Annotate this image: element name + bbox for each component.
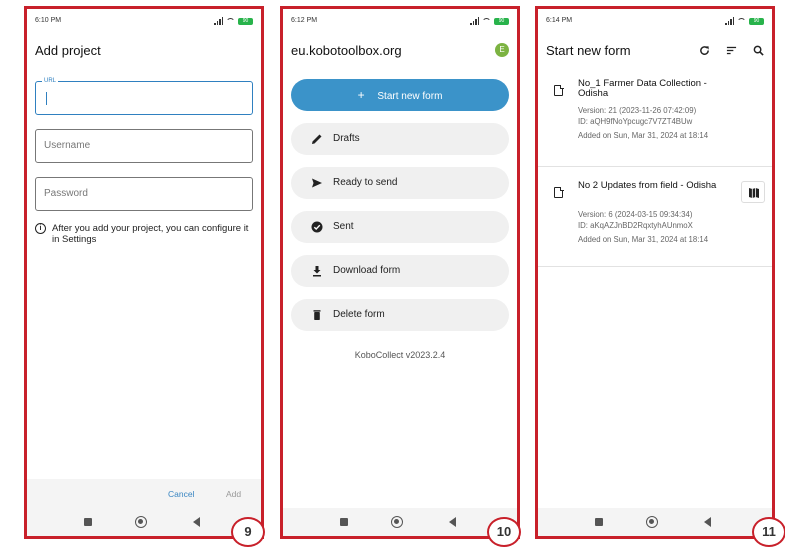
search-icon[interactable] [753,45,764,56]
form-title: No 2 Updates from field - Odisha [578,180,717,191]
android-nav-bar [283,508,517,536]
home-icon[interactable] [646,516,658,528]
drafts-button[interactable]: Drafts [291,123,509,155]
url-field[interactable]: URL [35,76,253,115]
check-circle-icon [311,221,323,233]
android-nav-bar [538,508,772,536]
document-icon [554,84,564,96]
phone-screen-main-menu: 6:12 PM 90 eu.kobotoolbox.org E + Start … [280,6,520,539]
app-version: KoboCollect v2023.2.4 [354,350,446,360]
send-icon [312,178,322,188]
map-icon [749,188,759,198]
sent-button[interactable]: Sent [291,211,509,243]
recents-icon[interactable] [340,518,348,526]
cancel-button[interactable]: Cancel [168,489,194,499]
sent-label: Sent [333,221,354,232]
password-field[interactable]: Password [35,177,253,211]
status-time: 6:14 PM [546,17,573,24]
step-badge: 9 [231,517,265,547]
avatar[interactable]: E [495,43,509,57]
signal-icon [214,17,223,25]
recents-icon[interactable] [595,518,603,526]
form-added-date: Added on Sun, Mar 31, 2024 at 18:14 [578,235,709,244]
back-icon[interactable] [449,517,456,527]
wifi-icon [226,17,235,25]
status-time: 6:12 PM [291,17,318,24]
sort-icon[interactable] [726,45,737,56]
info-text: After you add your project, you can conf… [52,223,249,245]
delete-form-label: Delete form [333,309,385,320]
download-icon [313,266,321,277]
form-id: ID: aQH9fNoYpcugc7V7ZT4BUw [578,117,693,126]
back-icon[interactable] [704,517,711,527]
form-version: Version: 6 (2024-03-15 09:34:34) [578,210,693,219]
username-field[interactable]: Username [35,129,253,163]
home-icon[interactable] [135,516,147,528]
start-new-form-button[interactable]: + Start new form [291,79,509,111]
status-icons: 90 [725,17,764,25]
signal-icon [725,17,734,25]
ready-to-send-button[interactable]: Ready to send [291,167,509,199]
status-time: 6:10 PM [35,17,62,24]
start-new-form-label: Start new form [377,91,443,102]
dialog-actions: Cancel Add [27,479,261,509]
download-form-button[interactable]: Download form [291,255,509,287]
download-form-label: Download form [333,265,401,276]
android-nav-bar [27,508,261,536]
form-added-date: Added on Sun, Mar 31, 2024 at 18:14 [578,131,709,140]
plus-icon: + [357,88,365,102]
status-icons: 90 [214,17,253,25]
info-icon: i [35,223,46,234]
wifi-icon [482,17,491,25]
username-placeholder: Username [44,140,91,151]
wifi-icon [737,17,746,25]
ready-to-send-label: Ready to send [333,177,398,188]
form-list-item[interactable]: No_1 Farmer Data Collection - Odisha Ver… [538,71,772,167]
info-message: i After you add your project, you can co… [35,223,255,245]
recents-icon[interactable] [84,518,92,526]
battery-icon: 90 [494,17,509,25]
map-button[interactable] [741,181,765,203]
document-icon [554,186,564,198]
status-bar: 6:10 PM 90 [35,17,253,29]
refresh-icon[interactable] [699,45,710,56]
status-bar: 6:12 PM 90 [291,17,509,29]
server-title: eu.kobotoolbox.org [291,43,402,58]
battery-icon: 90 [238,17,253,25]
password-placeholder: Password [44,188,88,199]
form-id: ID: aKqAZJnBD2RqxtyhAUnmoX [578,221,693,230]
delete-form-button[interactable]: Delete form [291,299,509,331]
step-badge: 11 [752,517,785,547]
pencil-icon [312,134,322,144]
home-icon[interactable] [391,516,403,528]
drafts-label: Drafts [333,133,360,144]
url-label: URL [42,76,59,86]
form-version: Version: 21 (2023-11-26 07:42:09) [578,106,697,115]
status-bar: 6:14 PM 90 [546,17,764,29]
add-button[interactable]: Add [226,489,241,499]
status-icons: 90 [470,17,509,25]
signal-icon [470,17,479,25]
form-title: No_1 Farmer Data Collection - Odisha [578,78,707,99]
page-title: Start new form [546,43,631,58]
step-badge: 10 [487,517,521,547]
trash-icon [313,310,321,320]
phone-screen-add-project: 6:10 PM 90 Add project URL Username Pass… [24,6,264,539]
text-cursor [46,92,47,105]
page-title: Add project [35,43,101,58]
toolbar-actions [699,45,764,56]
battery-icon: 90 [749,17,764,25]
back-icon[interactable] [193,517,200,527]
phone-screen-start-new-form: 6:14 PM 90 Start new form No_1 Farmer Da… [535,6,775,539]
form-list-item[interactable]: No 2 Updates from field - Odisha Version… [538,167,772,267]
